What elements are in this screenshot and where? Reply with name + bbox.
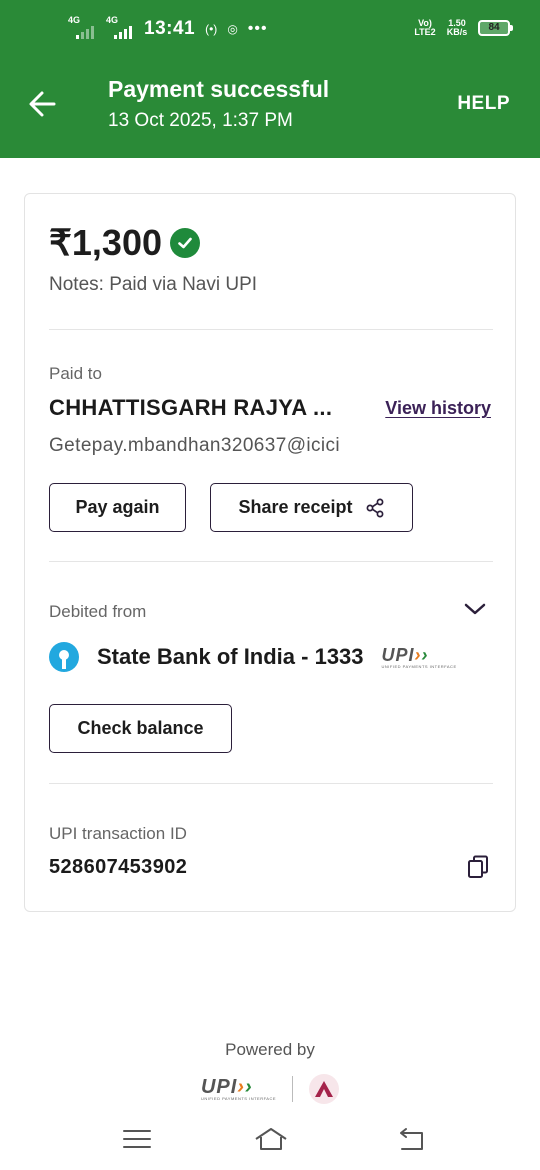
clock: 13:41 — [144, 18, 196, 39]
amount-row: ₹1,300 — [49, 222, 200, 264]
upi-logo: UPI›› UNIFIED PAYMENTS INTERFACE — [381, 644, 457, 669]
powered-by-label: Powered by — [225, 1040, 315, 1059]
menu-icon[interactable] — [122, 1126, 152, 1152]
check-balance-label: Check balance — [77, 718, 204, 738]
sbi-logo-icon — [49, 642, 79, 672]
page-title: Payment successful — [108, 76, 330, 102]
logo-separator — [292, 1076, 294, 1102]
system-nav-bar — [0, 1118, 540, 1170]
payment-amount: ₹1,300 — [49, 222, 162, 263]
network-speed: 1.50 KB/s — [446, 18, 468, 37]
copy-icon[interactable] — [467, 855, 489, 879]
volte-indicator: Vo) LTE2 — [414, 18, 436, 37]
divider — [49, 783, 493, 784]
payment-details-card: ₹1,300 Notes: Paid via Navi UPI Paid to … — [24, 193, 516, 912]
chevron-down-icon[interactable] — [463, 600, 487, 618]
header: 4G 4G 13:41 (•) ◎ ••• Vo) LTE2 1.50 KB/s… — [0, 0, 540, 158]
axis-bank-logo-icon — [309, 1074, 340, 1104]
share-receipt-label: Share receipt — [238, 497, 353, 517]
paid-to-label: Paid to — [49, 364, 102, 383]
back-nav-icon[interactable] — [396, 1126, 426, 1152]
payment-notes: Notes: Paid via Navi UPI — [49, 274, 258, 295]
upi-footer-logo: UPI›› UNIFIED PAYMENTS INTERFACE — [200, 1075, 277, 1101]
view-history-link[interactable]: View history — [385, 398, 491, 419]
pay-again-label: Pay again — [75, 497, 160, 517]
home-icon[interactable] — [253, 1126, 289, 1152]
transaction-id: 528607453902 — [49, 856, 188, 878]
arrow-left-icon — [29, 91, 56, 117]
more-notifications-icon: ••• — [247, 20, 268, 37]
debited-from-label: Debited from — [49, 602, 147, 621]
back-button[interactable] — [22, 86, 62, 122]
pay-again-button[interactable]: Pay again — [49, 483, 186, 532]
footer-logos: UPI›› UNIFIED PAYMENTS INTERFACE — [0, 1074, 540, 1104]
battery-icon: 84 — [478, 20, 513, 36]
whatsapp-icon: ◎ — [227, 22, 238, 36]
signal-1-icon: 4G — [68, 15, 96, 39]
help-button[interactable]: HELP — [457, 93, 510, 115]
payment-datetime: 13 Oct 2025, 1:37 PM — [108, 110, 293, 131]
payment-success-screen: 4G 4G 13:41 (•) ◎ ••• Vo) LTE2 1.50 KB/s… — [0, 0, 540, 1170]
check-balance-button[interactable]: Check balance — [49, 704, 232, 753]
share-icon — [366, 498, 383, 517]
debit-bank-row: State Bank of India - 1333 UPI›› UNIFIED… — [49, 642, 457, 672]
status-bar: 4G 4G 13:41 (•) ◎ ••• Vo) LTE2 1.50 KB/s… — [0, 14, 540, 46]
check-circle-icon — [170, 228, 200, 258]
hotspot-icon: (•) — [205, 22, 218, 36]
divider — [49, 561, 493, 562]
signal-2-icon: 4G — [106, 15, 134, 39]
payee-name: CHHATTISGARH RAJYA ... — [49, 395, 333, 420]
divider — [49, 329, 493, 330]
transaction-id-label: UPI transaction ID — [49, 824, 187, 843]
payee-vpa: Getepay.mbandhan320637@icici — [49, 435, 341, 456]
share-receipt-button[interactable]: Share receipt — [210, 483, 413, 532]
bank-account-name: State Bank of India - 1333 — [97, 644, 364, 669]
